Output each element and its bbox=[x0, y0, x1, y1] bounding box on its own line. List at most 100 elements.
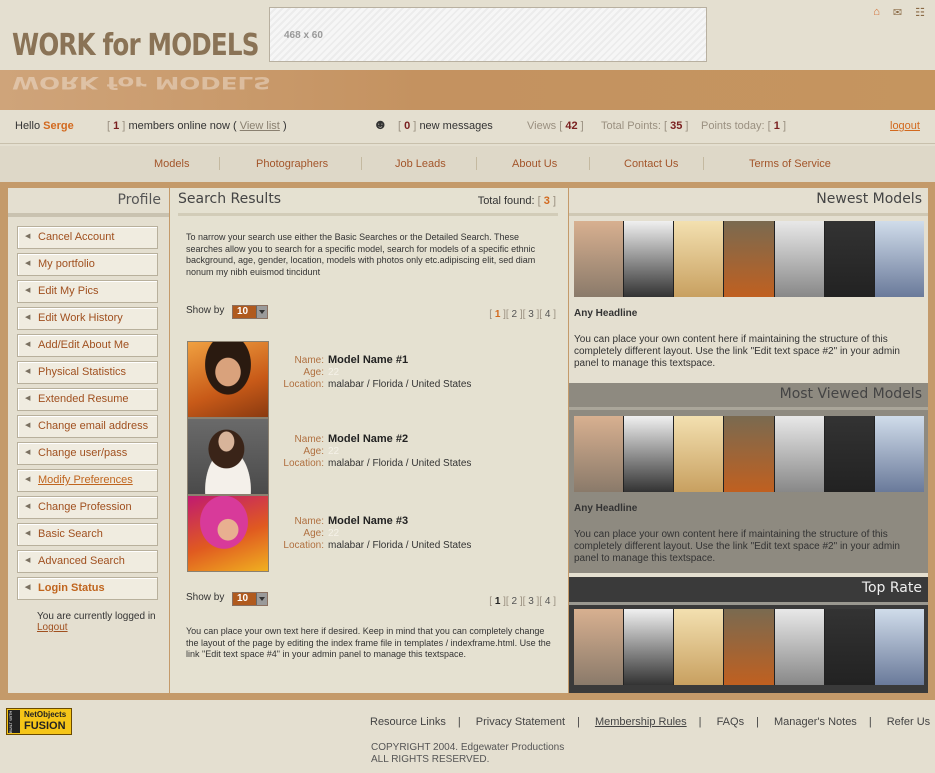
right-sidebar: Newest Models Any Headline You can place… bbox=[569, 188, 928, 693]
sidebar-item-change-email[interactable]: ◀ Change email address bbox=[17, 415, 158, 438]
page-link-3[interactable]: 3 bbox=[528, 596, 534, 607]
model-thumb[interactable] bbox=[624, 609, 674, 685]
model-thumb[interactable] bbox=[574, 609, 624, 685]
page-link-3[interactable]: 3 bbox=[528, 309, 534, 320]
sidebar-item-edit-work-history[interactable]: ◀ Edit Work History bbox=[17, 307, 158, 330]
model-name[interactable]: Model Name #2 bbox=[328, 433, 408, 445]
search-results-panel: Search Results Total found: [ 3 ] To nar… bbox=[170, 188, 568, 693]
chevron-left-icon: ◀ bbox=[25, 341, 31, 348]
sidebar-item-label: Modify Preferences bbox=[38, 474, 133, 486]
search-results-title: Search Results bbox=[178, 191, 282, 207]
model-name[interactable]: Model Name #3 bbox=[328, 515, 408, 527]
sidebar-item-extended-resume[interactable]: ◀ Extended Resume bbox=[17, 388, 158, 411]
show-by-select-bottom[interactable]: 10 bbox=[232, 592, 268, 606]
footer-link-membership-rules[interactable]: Membership Rules bbox=[595, 716, 687, 728]
page-link-2[interactable]: 2 bbox=[512, 309, 518, 320]
footer-link-managers-notes[interactable]: Manager's Notes bbox=[774, 716, 857, 728]
model-thumb[interactable] bbox=[824, 416, 874, 492]
model-result-3[interactable]: Name: Model Name #3 Age: 22 Location: malab… bbox=[270, 515, 540, 552]
model-thumb[interactable] bbox=[774, 221, 824, 297]
page-link-4[interactable]: 4 bbox=[545, 309, 551, 320]
model-thumb[interactable] bbox=[874, 221, 924, 297]
model-thumb[interactable] bbox=[824, 609, 874, 685]
views-stat: Views [ 42 ] bbox=[527, 120, 584, 132]
sidebar-item-label: Cancel Account bbox=[38, 231, 115, 243]
nav-contact-us[interactable]: Contact Us bbox=[624, 158, 678, 170]
model-thumb[interactable] bbox=[624, 221, 674, 297]
footer-link-privacy-statement[interactable]: Privacy Statement bbox=[476, 716, 565, 728]
model-thumb[interactable] bbox=[774, 609, 824, 685]
sidebar-item-basic-search[interactable]: ◀ Basic Search bbox=[17, 523, 158, 546]
footer-link-refer-us[interactable]: Refer Us bbox=[887, 716, 930, 728]
name-label: Name: bbox=[294, 516, 324, 527]
model-thumb[interactable] bbox=[574, 221, 624, 297]
logout-link[interactable]: logout bbox=[890, 120, 920, 132]
location-label: Location: bbox=[283, 540, 324, 551]
newest-models-strip[interactable] bbox=[574, 221, 924, 297]
footer-link-resource-links[interactable]: Resource Links bbox=[370, 716, 446, 728]
nav-about-us[interactable]: About Us bbox=[512, 158, 557, 170]
home-icon[interactable]: ⌂ bbox=[873, 6, 880, 19]
model-thumb[interactable] bbox=[624, 416, 674, 492]
sidebar-item-change-profession[interactable]: ◀ Change Profession bbox=[17, 496, 158, 519]
show-by-select[interactable]: 10 bbox=[232, 305, 268, 319]
model-photo-2[interactable] bbox=[187, 418, 269, 495]
model-thumb[interactable] bbox=[774, 416, 824, 492]
model-thumb[interactable] bbox=[724, 221, 774, 297]
top-rate-divider bbox=[569, 602, 928, 605]
nav-photographers[interactable]: Photographers bbox=[256, 158, 328, 170]
model-thumb[interactable] bbox=[674, 609, 724, 685]
page-link-2[interactable]: 2 bbox=[512, 596, 518, 607]
model-result-2[interactable]: Name: Model Name #2 Age: 22 Location: malab… bbox=[270, 433, 540, 470]
nav-job-leads[interactable]: Job Leads bbox=[395, 158, 446, 170]
model-thumb[interactable] bbox=[574, 416, 624, 492]
model-thumb[interactable] bbox=[674, 221, 724, 297]
sidebar-item-label: Advanced Search bbox=[38, 555, 125, 567]
model-thumb[interactable] bbox=[874, 416, 924, 492]
new-messages[interactable]: [ 0 ] new messages bbox=[398, 120, 493, 132]
page-link-4[interactable]: 4 bbox=[545, 596, 551, 607]
sidebar-item-advanced-search[interactable]: ◀ Advanced Search bbox=[17, 550, 158, 573]
sidebar-item-my-portfolio[interactable]: ◀ My portfolio bbox=[17, 253, 158, 276]
chevron-left-icon: ◀ bbox=[25, 233, 31, 240]
name-label: Name: bbox=[294, 434, 324, 445]
model-name[interactable]: Model Name #1 bbox=[328, 354, 408, 366]
most-viewed-strip[interactable] bbox=[574, 416, 924, 492]
sidebar-item-add-edit-about-me[interactable]: ◀ Add/Edit About Me bbox=[17, 334, 158, 357]
sidebar-item-change-user-pass[interactable]: ◀ Change user/pass bbox=[17, 442, 158, 465]
members-online: [ 1 ] members online now ( View list ) bbox=[107, 120, 287, 132]
model-thumb[interactable] bbox=[674, 416, 724, 492]
sidebar-item-physical-statistics[interactable]: ◀ Physical Statistics bbox=[17, 361, 158, 384]
sidebar-item-cancel-account[interactable]: ◀ Cancel Account bbox=[17, 226, 158, 249]
banner-ad-placeholder[interactable]: 468 x 60 bbox=[269, 7, 707, 62]
page-link-1[interactable]: 1 bbox=[495, 596, 501, 607]
site-logo[interactable]: WORK for MODELS bbox=[12, 28, 259, 63]
model-thumb[interactable] bbox=[874, 609, 924, 685]
sidebar-item-edit-my-pics[interactable]: ◀ Edit My Pics bbox=[17, 280, 158, 303]
model-photo-1[interactable] bbox=[187, 341, 269, 418]
sidebar-item-modify-preferences[interactable]: ◀ Modify Preferences bbox=[17, 469, 158, 492]
hello-text: Hello bbox=[15, 120, 41, 132]
view-list-link[interactable]: View list bbox=[240, 120, 280, 132]
top-rate-strip[interactable] bbox=[574, 609, 924, 685]
mail-icon[interactable]: ✉ bbox=[893, 6, 902, 19]
model-thumb[interactable] bbox=[724, 609, 774, 685]
model-result-1[interactable]: Name: Model Name #1 Age: 22 Location: malab… bbox=[270, 354, 540, 391]
nav-terms-of-service[interactable]: Terms of Service bbox=[749, 158, 831, 170]
profile-sidebar: Profile ◀ Cancel Account ◀ My portfolio ◀ E… bbox=[8, 188, 169, 693]
messages-icon[interactable]: ☻ bbox=[373, 116, 388, 132]
model-thumb[interactable] bbox=[724, 416, 774, 492]
points-today-value: 1 bbox=[773, 120, 780, 132]
sidebar-logout-link[interactable]: Logout bbox=[37, 622, 68, 633]
sidebar-item-login-status[interactable]: ◀ Login Status bbox=[17, 577, 158, 600]
netobjects-fusion-badge[interactable]: BUILT WITH NetObjects FUSION bbox=[6, 708, 72, 735]
footer-link-faqs[interactable]: FAQs bbox=[717, 716, 745, 728]
newest-models-divider bbox=[569, 213, 928, 216]
sitemap-icon[interactable]: ☷ bbox=[915, 6, 925, 19]
nav-models[interactable]: Models bbox=[154, 158, 189, 170]
chevron-left-icon: ◀ bbox=[25, 530, 31, 537]
page-link-1[interactable]: 1 bbox=[495, 309, 501, 320]
total-found: Total found: [ 3 ] bbox=[477, 195, 556, 207]
model-thumb[interactable] bbox=[824, 221, 874, 297]
model-photo-3[interactable] bbox=[187, 495, 269, 572]
